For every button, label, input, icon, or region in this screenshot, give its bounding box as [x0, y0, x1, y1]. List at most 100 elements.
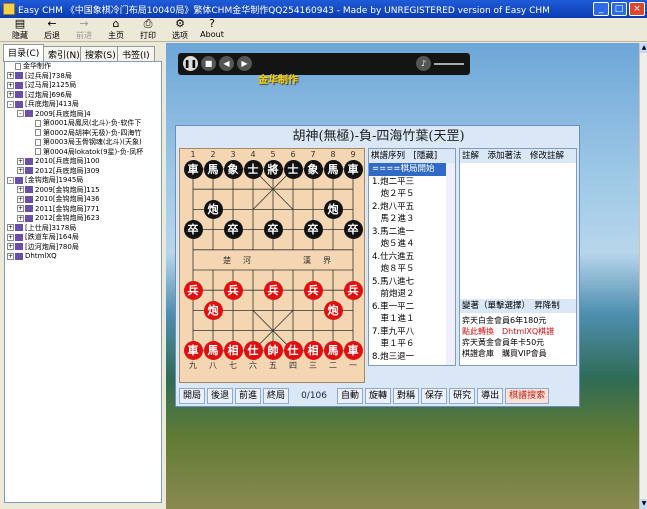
move-item[interactable]: 1.炮二平三 [369, 176, 455, 189]
toolbar-button-hide[interactable]: ▤ 隐藏 [4, 18, 36, 42]
toolbar-button-options[interactable]: ⚙ 选项 [164, 18, 196, 42]
move-item[interactable]: 7.車九平八 [369, 326, 455, 339]
piece-black[interactable]: 卒 [303, 220, 323, 240]
piece-red[interactable]: 仕 [283, 341, 303, 361]
move-item[interactable]: 8.炮三退一 [369, 351, 455, 364]
scroll-up-icon[interactable]: ▲ [640, 43, 647, 53]
tool-button-3[interactable]: 保存 [421, 388, 448, 404]
ad-link[interactable]: 點此轉換 DhtmlXQ棋譜 [460, 326, 576, 337]
nav-button-0[interactable]: 開局 [179, 388, 206, 404]
piece-black[interactable]: 車 [343, 159, 363, 179]
piece-red[interactable]: 兵 [303, 280, 323, 300]
piece-red[interactable]: 車 [183, 341, 203, 361]
tool-button-2[interactable]: 對稱 [393, 388, 420, 404]
piece-red[interactable]: 兵 [183, 280, 203, 300]
move-item[interactable]: 炮５進４ [369, 238, 455, 251]
maximize-button[interactable]: □ [611, 2, 627, 16]
search-button[interactable]: 棋譜搜索 [505, 388, 550, 404]
pause-button[interactable]: ❚❚ [183, 56, 198, 71]
move-list-scrollbar[interactable] [446, 163, 455, 365]
move-item[interactable]: 炮２平５ [369, 188, 455, 201]
ad-link[interactable]: 棋譜倉庫 購買VIP會員 [460, 348, 576, 359]
piece-red[interactable]: 炮 [323, 300, 343, 320]
expand-icon[interactable]: + [7, 243, 14, 250]
expand-icon[interactable]: + [7, 81, 14, 89]
annotation-header[interactable]: 註解 添加著法 修改註解 [460, 149, 576, 163]
expand-icon[interactable]: + [17, 167, 24, 174]
move-item[interactable]: 炮８平５ [369, 263, 455, 276]
tool-button-1[interactable]: 旋轉 [365, 388, 392, 404]
tool-button-5[interactable]: 導出 [477, 388, 504, 404]
piece-black[interactable]: 士 [243, 159, 263, 179]
tree-item[interactable]: + [过炮局]696局 [5, 91, 161, 101]
prev-button[interactable]: ◀ [219, 56, 234, 71]
expand-icon[interactable]: + [7, 91, 14, 98]
toolbar-button-home[interactable]: ⌂ 主页 [100, 18, 132, 42]
sidebar-tab-1[interactable]: 索引(N) [43, 46, 85, 61]
move-item[interactable]: 3.馬二進一 [369, 226, 455, 239]
piece-black[interactable]: 卒 [223, 220, 243, 240]
piece-black[interactable]: 炮 [323, 199, 343, 219]
piece-red[interactable]: 兵 [223, 280, 243, 300]
expand-icon[interactable]: + [7, 233, 14, 241]
move-list-header[interactable]: 棋譜序列 [隱藏] [369, 149, 455, 163]
tree-item[interactable]: + [过马局]2125局 [5, 81, 161, 91]
tree-item[interactable]: + [边河炮局]780局 [5, 243, 161, 253]
expand-icon[interactable]: + [17, 214, 24, 222]
sidebar-tab-3[interactable]: 书签(I) [117, 46, 155, 61]
piece-black[interactable]: 車 [183, 159, 203, 179]
move-item[interactable]: 2.炮八平五 [369, 201, 455, 214]
piece-red[interactable]: 相 [303, 341, 323, 361]
toolbar-button-print[interactable]: ⎙ 打印 [132, 18, 164, 42]
toolbar-button-about[interactable]: ? About [196, 18, 228, 42]
tree-item[interactable]: + [跌道车局]164局 [5, 233, 161, 243]
tree-item[interactable]: 金华制作 [5, 62, 161, 72]
tree-item[interactable]: + DhtmlXQ [5, 252, 161, 262]
move-item[interactable]: 前炮退２ [369, 288, 455, 301]
move-item[interactable]: 車１進１ [369, 313, 455, 326]
expand-icon[interactable]: + [7, 72, 14, 79]
piece-black[interactable]: 卒 [183, 220, 203, 240]
toolbar-button-forward-arrow[interactable]: → 前进 [68, 18, 100, 42]
nav-button-1[interactable]: 後退 [207, 388, 234, 404]
piece-red[interactable]: 炮 [203, 300, 223, 320]
piece-red[interactable]: 兵 [263, 280, 283, 300]
piece-red[interactable]: 馬 [323, 341, 343, 361]
nav-button-2[interactable]: 前進 [235, 388, 262, 404]
piece-red[interactable]: 兵 [343, 280, 363, 300]
piece-black[interactable]: 炮 [203, 199, 223, 219]
toolbar-button-back-arrow[interactable]: ← 后退 [36, 18, 68, 42]
piece-red[interactable]: 仕 [243, 341, 263, 361]
tree-item[interactable]: + [上仕局]3178局 [5, 224, 161, 234]
tree-item[interactable]: 第0002局胡神(无极)-负-四海竹 [5, 129, 161, 139]
piece-red[interactable]: 帥 [263, 341, 283, 361]
expand-icon[interactable]: + [17, 186, 24, 193]
tool-button-0[interactable]: 自動 [337, 388, 364, 404]
move-item[interactable]: 車１平６ [369, 338, 455, 351]
volume-slider[interactable] [434, 63, 464, 65]
minimize-button[interactable]: _ [593, 2, 609, 16]
stop-button[interactable]: ■ [201, 56, 216, 71]
move-item[interactable]: 5.馬八進七 [369, 276, 455, 289]
move-list[interactable]: ====棋局開始 1.炮二平三 炮２平５ 2.炮八平五 馬２進３ 3.馬二進一 炮５進… [369, 163, 455, 363]
volume-icon[interactable]: ♪ [416, 56, 431, 71]
xiangqi-board[interactable]: 123456789九八七六五四三二一楚河漢界車馬象士將士象馬車炮炮卒卒卒卒卒兵兵… [179, 148, 365, 383]
contents-tree[interactable]: 金华制作 + [过兵局]738局 + [过马局]2125局 + [过炮局]696局 - [兵底炮… [4, 61, 162, 503]
piece-black[interactable]: 卒 [263, 220, 283, 240]
collapse-icon[interactable]: - [7, 100, 14, 108]
next-button[interactable]: ▶ [237, 56, 252, 71]
expand-icon[interactable]: + [17, 195, 24, 203]
content-scrollbar[interactable]: ▲ ▼ [639, 43, 647, 509]
piece-black[interactable]: 士 [283, 159, 303, 179]
piece-red[interactable]: 馬 [203, 341, 223, 361]
move-item[interactable]: 馬２進３ [369, 213, 455, 226]
tree-item[interactable]: +2012[金钩炮局]623 [5, 214, 161, 224]
collapse-icon[interactable]: - [17, 110, 24, 117]
tree-item[interactable]: - 2009[兵底炮局]4 [5, 110, 161, 120]
piece-black[interactable]: 象 [303, 159, 323, 179]
tree-item[interactable]: +2011[金钩炮局]771 [5, 205, 161, 215]
tree-item[interactable]: 第0001局鳳凤(北斗)-负-软件下 [5, 119, 161, 129]
sidebar-tab-2[interactable]: 搜索(S) [80, 46, 121, 61]
tree-item[interactable]: 第0003局玉骨钢魂(北斗)(天象) [5, 138, 161, 148]
tool-button-4[interactable]: 研究 [449, 388, 476, 404]
